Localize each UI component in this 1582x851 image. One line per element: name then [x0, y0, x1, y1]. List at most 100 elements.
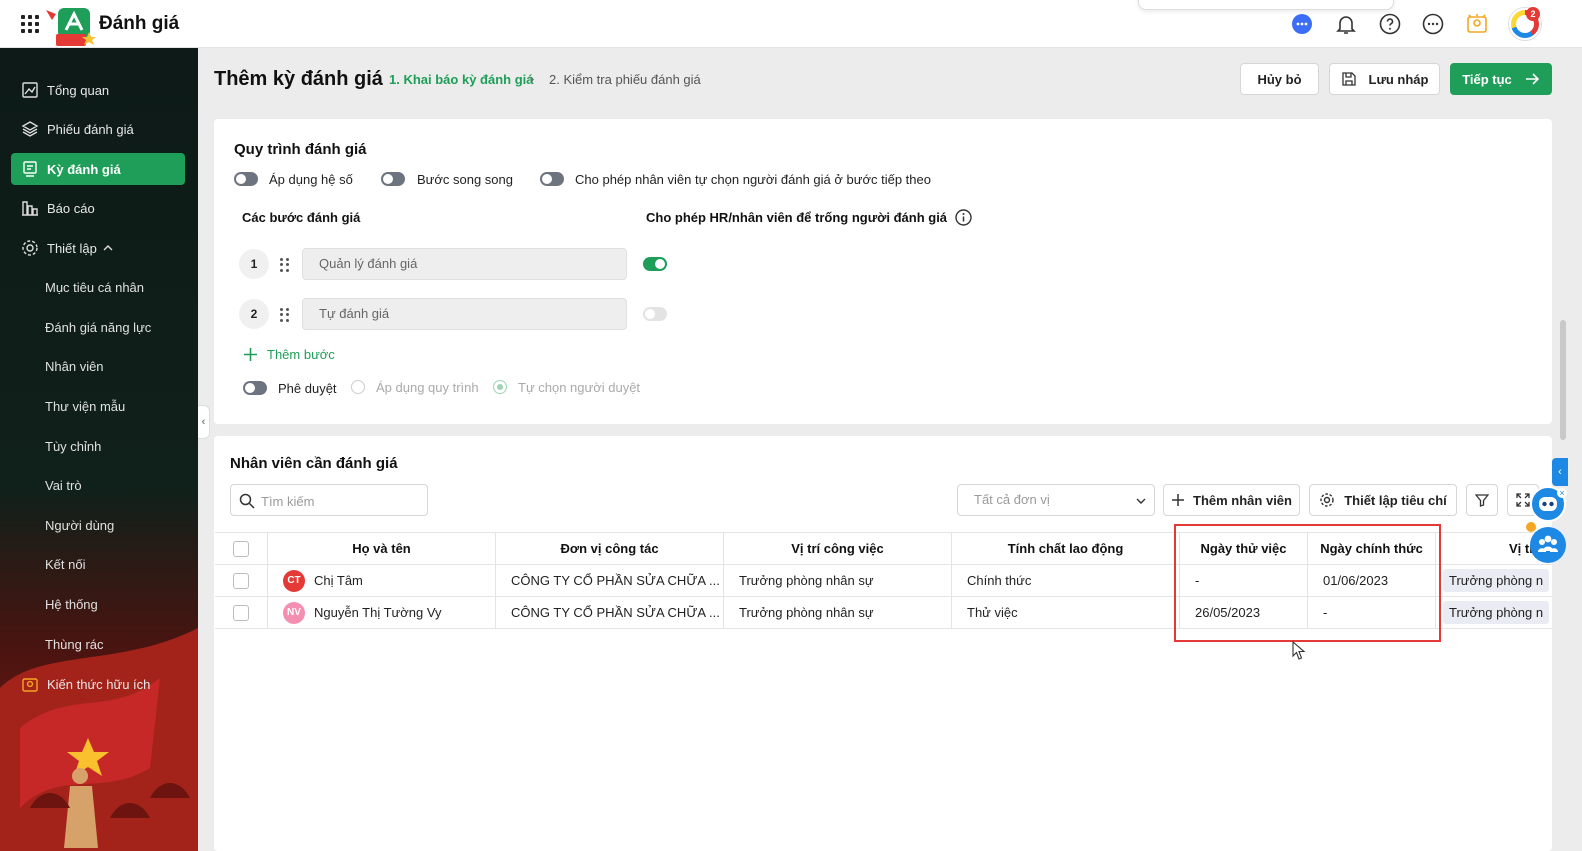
- column-header[interactable]: Họ và tên: [268, 533, 496, 565]
- avatar: NV: [283, 601, 305, 624]
- self-choose-approver-radio: [493, 380, 507, 394]
- side-panel-toggle[interactable]: ‹: [1552, 458, 1568, 486]
- position-chip: Trưởng phòng n: [1443, 601, 1550, 624]
- save-draft-button[interactable]: Lưu nháp: [1329, 63, 1440, 95]
- sidebar-subitem-users[interactable]: Người dùng: [45, 518, 114, 533]
- sidebar-subitem-template-library[interactable]: Thư viện mẫu: [45, 399, 125, 414]
- table-cell-extra: Trưởng phòng n: [1436, 565, 1552, 597]
- gear-icon: [1320, 493, 1334, 507]
- lightbulb-icon[interactable]: [1465, 12, 1489, 36]
- sidebar-item-label: Tổng quan: [47, 82, 110, 98]
- expand-icon: [1516, 493, 1530, 507]
- layers-icon: [21, 121, 39, 137]
- apply-process-radio: [351, 380, 365, 394]
- avatar: CT: [283, 569, 305, 592]
- table-cell-unit: CÔNG TY CỔ PHẦN SỬA CHỮA ...: [496, 597, 724, 629]
- drag-handle-icon[interactable]: [280, 308, 290, 322]
- search-box[interactable]: [230, 484, 428, 516]
- sidebar-subitem-customize[interactable]: Tùy chỉnh: [45, 439, 101, 454]
- sidebar-subitem-competency[interactable]: Đánh giá năng lực: [45, 320, 151, 335]
- unit-select[interactable]: Tất cả đơn vị: [957, 484, 1155, 516]
- gear-icon: [22, 240, 38, 256]
- close-icon[interactable]: ×: [1557, 488, 1567, 498]
- step-name-field[interactable]: Quản lý đánh giá: [302, 248, 627, 280]
- help-icon[interactable]: [1378, 12, 1402, 36]
- apply-process-label: Áp dụng quy trình: [376, 380, 479, 395]
- next-button[interactable]: Tiếp tục: [1450, 63, 1552, 95]
- apply-coefficient-toggle[interactable]: [234, 172, 258, 186]
- add-step-button[interactable]: Thêm bước: [267, 347, 335, 362]
- sidebar-item-reports[interactable]: Báo cáo: [11, 192, 185, 224]
- page-title: Thêm kỳ đánh giá: [214, 68, 383, 90]
- community-icon[interactable]: [1530, 527, 1566, 563]
- chevron-down-icon: [1136, 498, 1146, 504]
- annotation-highlight-box: [1174, 524, 1441, 642]
- filter-icon: [1475, 494, 1489, 507]
- sidebar-item-review-period[interactable]: Kỳ đánh giá: [11, 153, 185, 185]
- sidebar-item-knowledge[interactable]: Kiến thức hữu ích: [11, 668, 185, 700]
- sidebar-subitem-employees[interactable]: Nhân viên: [45, 359, 104, 374]
- breadcrumb-step-2[interactable]: 2. Kiểm tra phiếu đánh giá: [549, 72, 701, 87]
- apply-coefficient-label: Áp dụng hệ số: [269, 172, 353, 187]
- add-employee-button[interactable]: Thêm nhân viên: [1163, 484, 1300, 516]
- filter-button[interactable]: [1466, 484, 1498, 516]
- sidebar-subitem-connections[interactable]: Kết nối: [45, 557, 85, 572]
- row-checkbox[interactable]: [233, 572, 249, 589]
- row-checkbox[interactable]: [233, 604, 249, 621]
- table-cell-name[interactable]: CT Chị Tâm: [268, 565, 496, 597]
- step-allow-empty-toggle: [643, 307, 667, 321]
- info-icon[interactable]: [955, 209, 972, 226]
- sidebar-item-settings[interactable]: Thiết lập: [11, 232, 185, 264]
- sidebar-subitem-personal-goals[interactable]: Mục tiêu cá nhân: [45, 280, 144, 295]
- drag-handle-icon[interactable]: [280, 258, 290, 272]
- step-name-field[interactable]: Tự đánh giá: [302, 298, 627, 330]
- self-choose-reviewer-toggle[interactable]: [540, 172, 564, 186]
- arrow-right-icon: [1525, 73, 1539, 85]
- table-cell-extra: Trưởng phòng n: [1436, 597, 1552, 629]
- breadcrumb-step-1[interactable]: 1. Khai báo kỳ đánh giá: [389, 72, 533, 87]
- column-header[interactable]: Đơn vị công tác: [496, 533, 724, 565]
- more-icon[interactable]: [1421, 12, 1445, 36]
- app-logo-icon[interactable]: [44, 6, 96, 46]
- bell-icon[interactable]: [1334, 12, 1358, 36]
- scrollbar-thumb[interactable]: [1560, 320, 1566, 440]
- header-select-all[interactable]: [215, 533, 268, 565]
- column-header[interactable]: Tính chất lao động: [952, 533, 1180, 565]
- sidebar-item-forms[interactable]: Phiếu đánh giá: [11, 113, 185, 145]
- chat-icon[interactable]: [1290, 12, 1314, 36]
- setup-criteria-label: Thiết lập tiêu chí: [1344, 492, 1447, 508]
- apps-grid-icon[interactable]: [21, 15, 39, 33]
- employee-name: Chị Tâm: [314, 573, 363, 588]
- sidebar-subitem-system[interactable]: Hệ thống: [45, 597, 98, 612]
- form-icon: [23, 161, 37, 177]
- steps-title: Các bước đánh giá: [242, 210, 361, 225]
- parallel-step-label: Bước song song: [417, 172, 514, 187]
- table-cell-name[interactable]: NV Nguyễn Thị Tường Vy: [268, 597, 496, 629]
- column-header[interactable]: Vị trí công việc: [724, 533, 952, 565]
- save-icon: [1341, 72, 1356, 86]
- top-bar: Đánh giá 2: [0, 0, 1582, 48]
- approval-toggle[interactable]: [243, 381, 267, 395]
- table-cell-type: Chính thức: [952, 565, 1180, 597]
- lightbulb-icon: [22, 678, 38, 692]
- sidebar-subitem-roles[interactable]: Vai trò: [45, 478, 82, 493]
- select-all-checkbox[interactable]: [233, 540, 249, 557]
- add-employee-label: Thêm nhân viên: [1193, 492, 1292, 508]
- table-row-select[interactable]: [215, 565, 268, 597]
- plus-icon[interactable]: [243, 347, 258, 362]
- approval-label: Phê duyệt: [278, 381, 337, 396]
- unit-select-value: Tất cả đơn vị: [974, 492, 1050, 507]
- setup-criteria-button[interactable]: Thiết lập tiêu chí: [1309, 484, 1457, 516]
- sidebar-collapse-button[interactable]: ‹: [198, 405, 210, 439]
- app-title: Đánh giá: [99, 13, 180, 34]
- step-allow-empty-toggle[interactable]: [643, 257, 667, 271]
- sidebar-item-overview[interactable]: Tổng quan: [11, 74, 185, 106]
- cancel-button[interactable]: Hủy bỏ: [1240, 63, 1319, 95]
- sidebar-item-label: Báo cáo: [47, 200, 95, 216]
- search-input[interactable]: [261, 491, 421, 511]
- sidebar-subitem-trash[interactable]: Thùng rác: [45, 637, 104, 652]
- parallel-step-toggle[interactable]: [381, 172, 405, 186]
- table-row-select[interactable]: [215, 597, 268, 629]
- next-button-label: Tiếp tục: [1462, 71, 1512, 87]
- cancel-button-label: Hủy bỏ: [1257, 71, 1302, 87]
